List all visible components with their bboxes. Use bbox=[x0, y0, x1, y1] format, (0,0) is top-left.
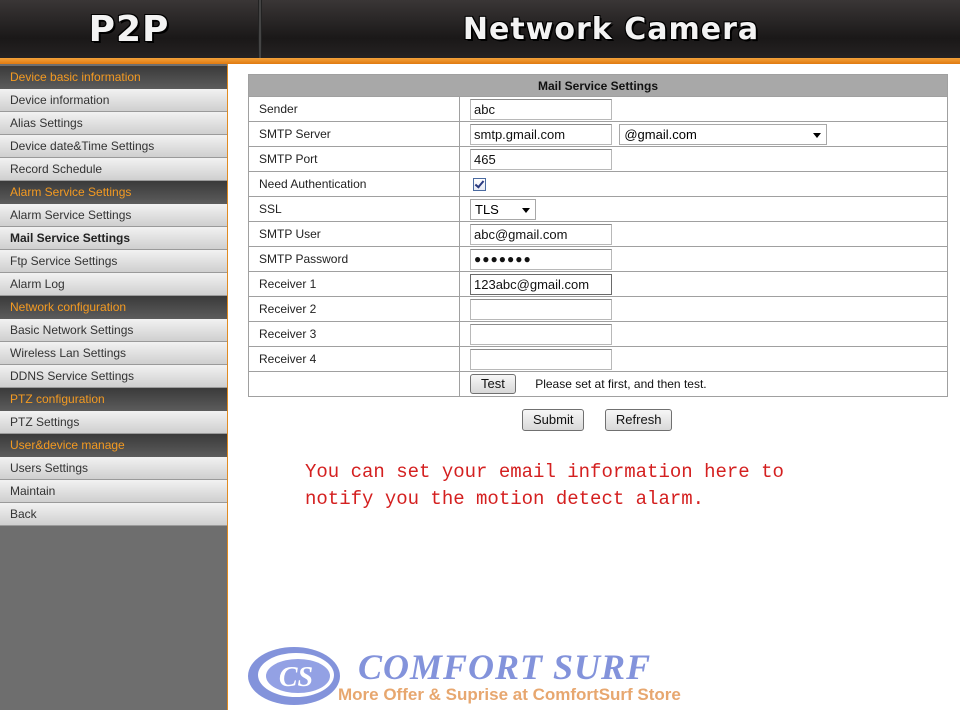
sidebar-item-ddns-service-settings[interactable]: DDNS Service Settings bbox=[0, 365, 227, 388]
smtp-server-preset-value: @gmail.com bbox=[624, 126, 697, 142]
need-auth-cell bbox=[459, 171, 948, 197]
test-button[interactable]: Test bbox=[470, 374, 516, 394]
sidebar-section-network: Network configuration bbox=[0, 296, 227, 319]
receiver3-cell bbox=[459, 321, 948, 347]
receiver2-label: Receiver 2 bbox=[248, 296, 460, 322]
smtp-port-input[interactable] bbox=[470, 148, 612, 170]
chevron-down-icon bbox=[813, 132, 822, 138]
table-header-row: Mail Service Settings bbox=[248, 74, 948, 97]
table-row: SMTP Port bbox=[248, 146, 948, 172]
ssl-cell: TLS bbox=[459, 196, 948, 222]
receiver1-label: Receiver 1 bbox=[248, 271, 460, 297]
main-content: Mail Service Settings Sender SMTP Server… bbox=[228, 64, 960, 710]
table-row: Sender bbox=[248, 96, 948, 122]
table-row: Need Authentication bbox=[248, 171, 948, 197]
sidebar-item-alarm-log[interactable]: Alarm Log bbox=[0, 273, 227, 296]
ssl-select[interactable]: TLS bbox=[470, 198, 536, 220]
sidebar-item-users-settings[interactable]: Users Settings bbox=[0, 457, 227, 480]
annotation-note: You can set your email information here … bbox=[305, 459, 784, 513]
watermark-subtitle: More Offer & Suprise at ComfortSurf Stor… bbox=[338, 685, 681, 704]
smtp-password-input[interactable] bbox=[470, 248, 612, 270]
comfort-surf-logo-icon: CS bbox=[248, 647, 340, 705]
sidebar-item-ptz-settings[interactable]: PTZ Settings bbox=[0, 411, 227, 434]
sender-label: Sender bbox=[248, 96, 460, 122]
sidebar-item-ftp-service-settings[interactable]: Ftp Service Settings bbox=[0, 250, 227, 273]
watermark-title: COMFORT SURF bbox=[358, 647, 652, 687]
chevron-down-icon bbox=[522, 207, 530, 213]
form-actions: Submit Refresh bbox=[522, 409, 688, 431]
smtp-user-cell bbox=[459, 221, 948, 247]
refresh-button[interactable]: Refresh bbox=[604, 409, 673, 431]
product-title: Network Camera bbox=[462, 11, 760, 47]
test-cell: Test Please set at first, and then test. bbox=[459, 371, 948, 397]
p2p-logo: P2P bbox=[88, 8, 170, 50]
sidebar-section-alarm: Alarm Service Settings bbox=[0, 181, 227, 204]
sidebar-section-device: Device basic information bbox=[0, 66, 227, 89]
sidebar-item-record-schedule[interactable]: Record Schedule bbox=[0, 158, 227, 181]
table-row: Test Please set at first, and then test. bbox=[248, 371, 948, 397]
sidebar-item-date-time-settings[interactable]: Device date&Time Settings bbox=[0, 135, 227, 158]
receiver4-cell bbox=[459, 346, 948, 372]
need-auth-label: Need Authentication bbox=[248, 171, 460, 197]
sidebar-nav: Device basic information Device informat… bbox=[0, 64, 228, 710]
receiver3-label: Receiver 3 bbox=[248, 321, 460, 347]
smtp-password-label: SMTP Password bbox=[248, 246, 460, 272]
submit-button[interactable]: Submit bbox=[522, 409, 585, 431]
form-title: Mail Service Settings bbox=[248, 74, 948, 97]
table-row: Receiver 3 bbox=[248, 321, 948, 347]
smtp-port-cell bbox=[459, 146, 948, 172]
smtp-server-cell: @gmail.com bbox=[459, 121, 948, 147]
annotation-line-2: notify you the motion detect alarm. bbox=[305, 488, 705, 510]
sidebar-item-alarm-service-settings[interactable]: Alarm Service Settings bbox=[0, 204, 227, 227]
table-row: Receiver 1 bbox=[248, 271, 948, 297]
sender-input[interactable] bbox=[470, 98, 612, 120]
sidebar-item-mail-service-settings[interactable]: Mail Service Settings bbox=[0, 227, 227, 250]
header-brand: P2P bbox=[0, 0, 258, 58]
smtp-server-label: SMTP Server bbox=[248, 121, 460, 147]
receiver3-input[interactable] bbox=[470, 323, 612, 345]
watermark: CS COMFORT SURF More Offer & Suprise at … bbox=[246, 642, 766, 710]
test-row-empty-label bbox=[248, 371, 460, 397]
need-auth-checkbox[interactable] bbox=[473, 178, 486, 192]
sidebar-section-user-device: User&device manage bbox=[0, 434, 227, 457]
smtp-user-input[interactable] bbox=[470, 223, 612, 245]
receiver4-input[interactable] bbox=[470, 348, 612, 370]
header-title-area: Network Camera bbox=[262, 0, 960, 58]
sidebar-item-wireless-lan-settings[interactable]: Wireless Lan Settings bbox=[0, 342, 227, 365]
table-row: SSL TLS bbox=[248, 196, 948, 222]
mail-settings-table: Mail Service Settings Sender SMTP Server… bbox=[248, 74, 948, 397]
sidebar-item-device-information[interactable]: Device information bbox=[0, 89, 227, 112]
receiver2-cell bbox=[459, 296, 948, 322]
receiver2-input[interactable] bbox=[470, 298, 612, 320]
sidebar-item-alias-settings[interactable]: Alias Settings bbox=[0, 112, 227, 135]
smtp-user-label: SMTP User bbox=[248, 221, 460, 247]
ssl-label: SSL bbox=[248, 196, 460, 222]
test-hint-text: Please set at first, and then test. bbox=[535, 377, 707, 391]
sender-cell bbox=[459, 96, 948, 122]
sidebar-section-ptz: PTZ configuration bbox=[0, 388, 227, 411]
sidebar-item-back[interactable]: Back bbox=[0, 503, 227, 526]
table-row: Receiver 2 bbox=[248, 296, 948, 322]
ssl-select-value: TLS bbox=[475, 201, 499, 217]
logo-letters: CS bbox=[279, 662, 313, 693]
smtp-password-cell bbox=[459, 246, 948, 272]
smtp-server-preset-select[interactable]: @gmail.com bbox=[619, 123, 828, 145]
receiver4-label: Receiver 4 bbox=[248, 346, 460, 372]
sidebar-item-basic-network-settings[interactable]: Basic Network Settings bbox=[0, 319, 227, 342]
receiver1-input[interactable] bbox=[470, 273, 612, 295]
annotation-line-1: You can set your email information here … bbox=[305, 461, 784, 483]
app-header: P2P Network Camera bbox=[0, 0, 960, 64]
table-row: SMTP User bbox=[248, 221, 948, 247]
table-row: Receiver 4 bbox=[248, 346, 948, 372]
smtp-port-label: SMTP Port bbox=[248, 146, 460, 172]
checkmark-icon bbox=[474, 178, 485, 189]
table-row: SMTP Server @gmail.com bbox=[248, 121, 948, 147]
receiver1-cell bbox=[459, 271, 948, 297]
smtp-server-input[interactable] bbox=[470, 123, 612, 145]
sidebar-item-maintain[interactable]: Maintain bbox=[0, 480, 227, 503]
table-row: SMTP Password bbox=[248, 246, 948, 272]
